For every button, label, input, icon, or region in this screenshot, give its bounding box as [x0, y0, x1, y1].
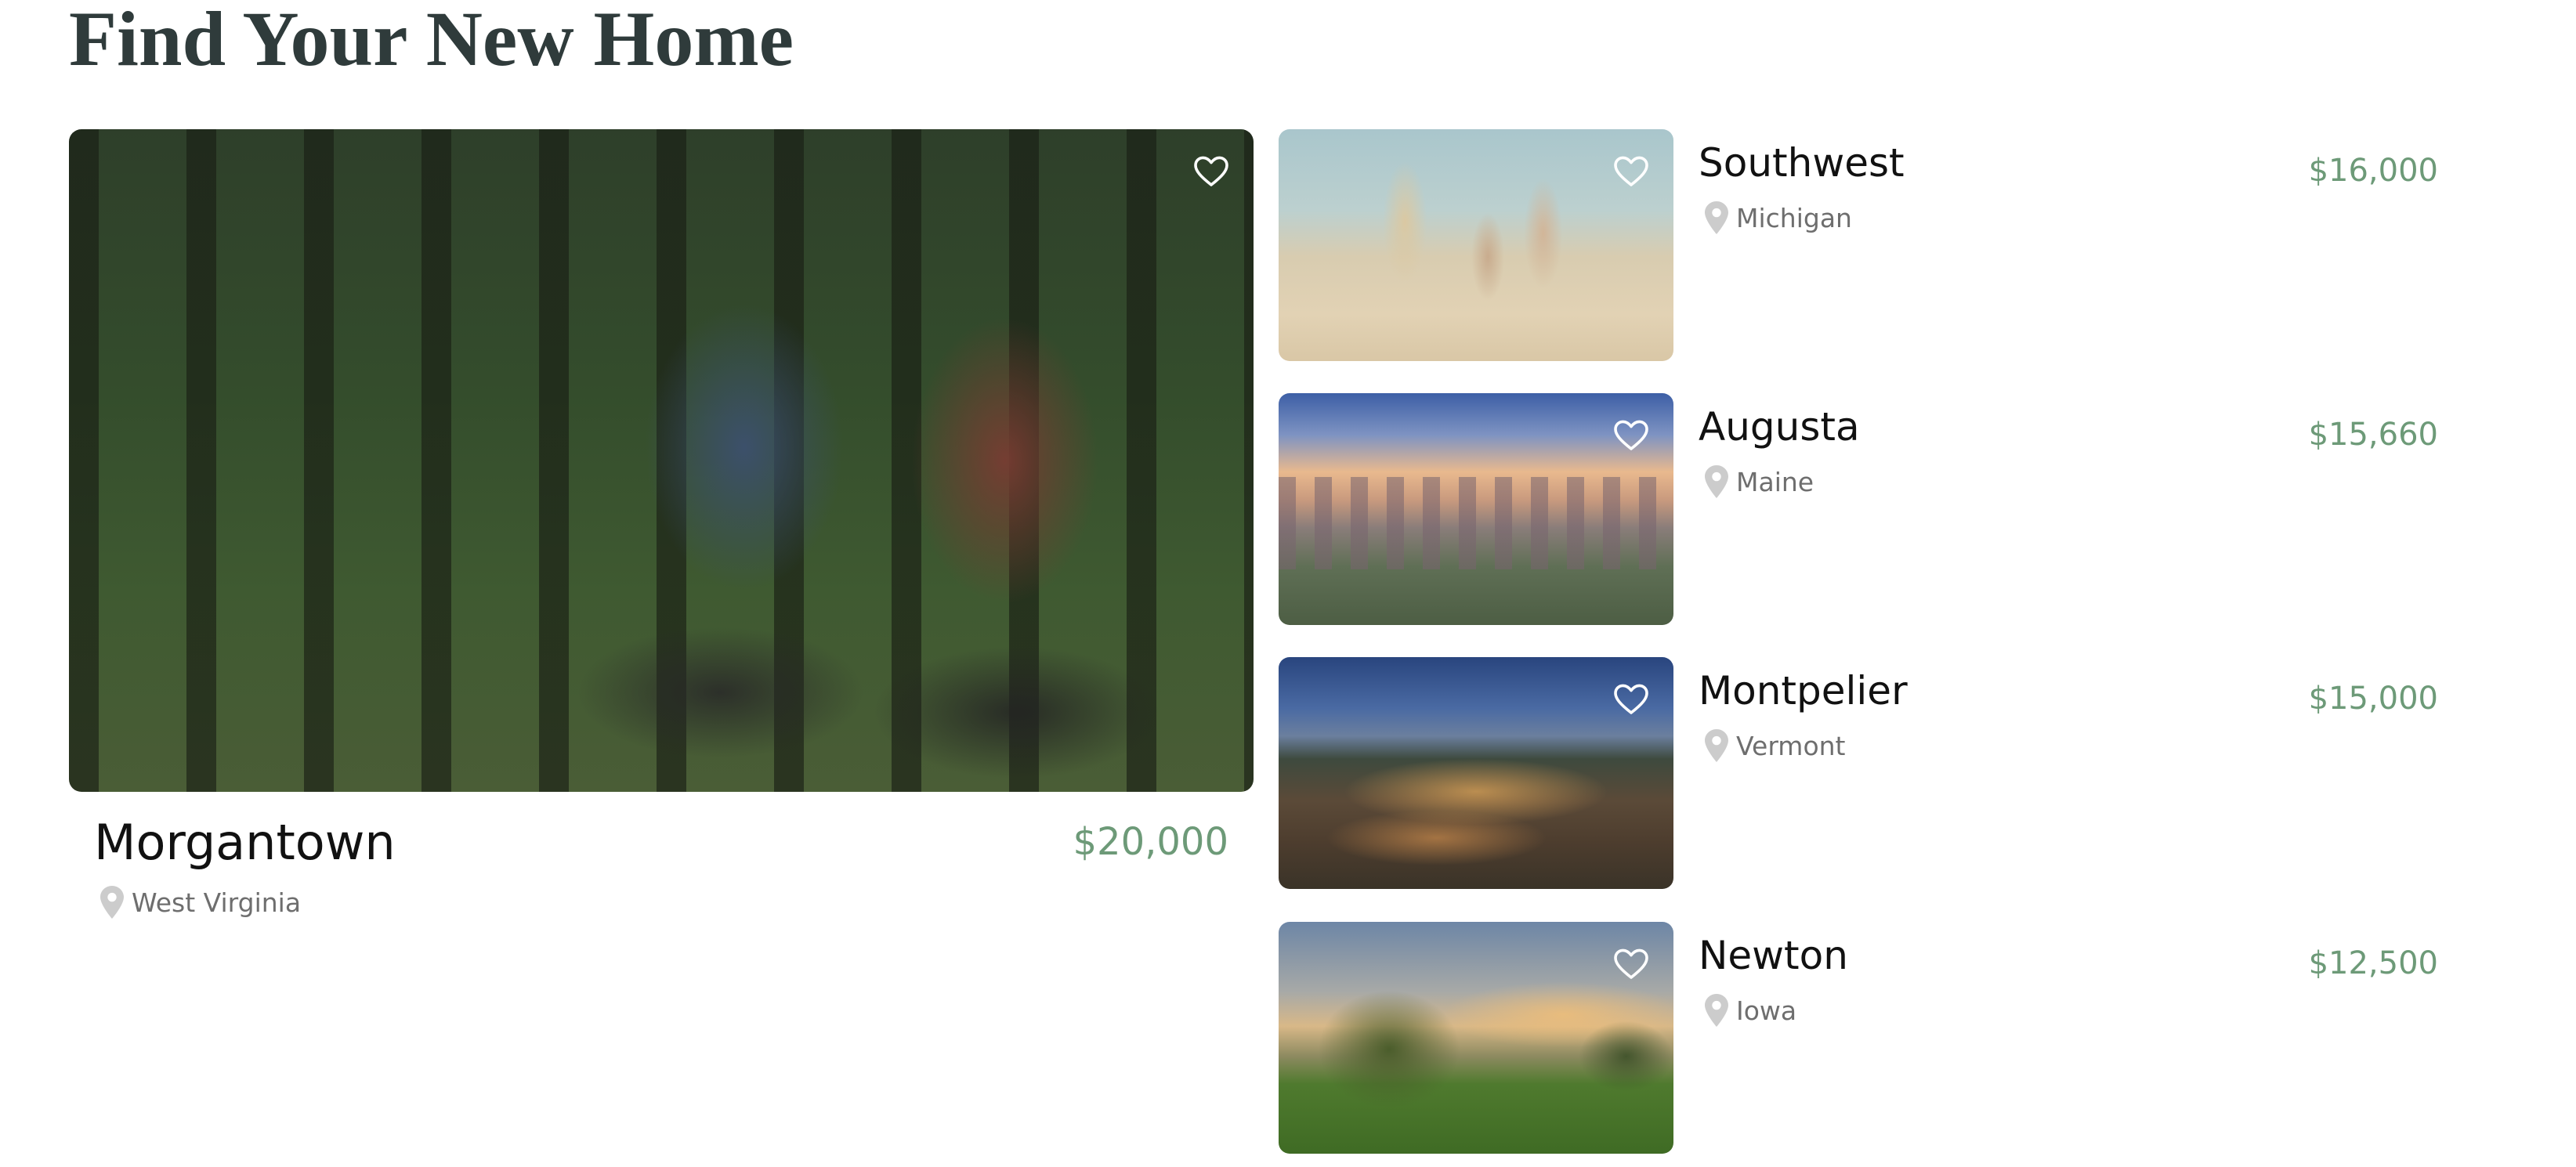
- listing-name[interactable]: Morgantown: [94, 814, 396, 871]
- map-pin-icon: [1705, 729, 1728, 762]
- listing-photo[interactable]: [1279, 129, 1673, 361]
- listing-card[interactable]: Montpelier $15,000 Vermont: [1279, 657, 2438, 889]
- listing-name[interactable]: Augusta: [1699, 404, 1860, 450]
- listing-card[interactable]: Southwest $16,000 Michigan: [1279, 129, 2438, 361]
- listing-photo[interactable]: [1279, 393, 1673, 625]
- listing-location: Iowa: [1705, 994, 1796, 1027]
- featured-listing-photo[interactable]: [69, 129, 1254, 792]
- listing-location: Maine: [1705, 465, 1814, 498]
- listing-card[interactable]: Newton $12,500 Iowa: [1279, 922, 2438, 1154]
- listing-price: $15,660: [2308, 417, 2438, 453]
- listing-state: Vermont: [1736, 730, 1846, 761]
- map-pin-icon: [1705, 465, 1728, 498]
- heart-icon[interactable]: [1612, 681, 1650, 718]
- heart-icon[interactable]: [1192, 153, 1230, 190]
- listing-location: Michigan: [1705, 201, 1852, 234]
- heart-icon[interactable]: [1612, 945, 1650, 983]
- listing-name[interactable]: Southwest: [1699, 140, 1905, 186]
- listing-photo[interactable]: [1279, 922, 1673, 1154]
- listing-location: Vermont: [1705, 729, 1846, 762]
- listing-price: $12,500: [2308, 945, 2438, 981]
- map-pin-icon: [1705, 994, 1728, 1027]
- heart-icon[interactable]: [1612, 417, 1650, 454]
- listing-card[interactable]: Augusta $15,660 Maine: [1279, 393, 2438, 625]
- listing-state: West Virginia: [132, 887, 302, 918]
- listing-name[interactable]: Montpelier: [1699, 668, 1908, 714]
- listing-price: $20,000: [1073, 820, 1229, 864]
- map-pin-icon: [1705, 201, 1728, 234]
- listing-location: West Virginia: [100, 886, 301, 919]
- listing-price: $15,000: [2308, 681, 2438, 717]
- listing-price: $16,000: [2308, 153, 2438, 189]
- page-title: Find Your New Home: [69, 0, 794, 82]
- map-pin-icon: [100, 886, 124, 919]
- listing-state: Maine: [1736, 466, 1814, 497]
- listing-photo[interactable]: [1279, 657, 1673, 889]
- listing-state: Michigan: [1736, 202, 1852, 233]
- listing-name[interactable]: Newton: [1699, 933, 1848, 978]
- listing-state: Iowa: [1736, 995, 1797, 1026]
- featured-listing-card[interactable]: Morgantown $20,000 West Virginia: [69, 129, 1254, 925]
- heart-icon[interactable]: [1612, 153, 1650, 190]
